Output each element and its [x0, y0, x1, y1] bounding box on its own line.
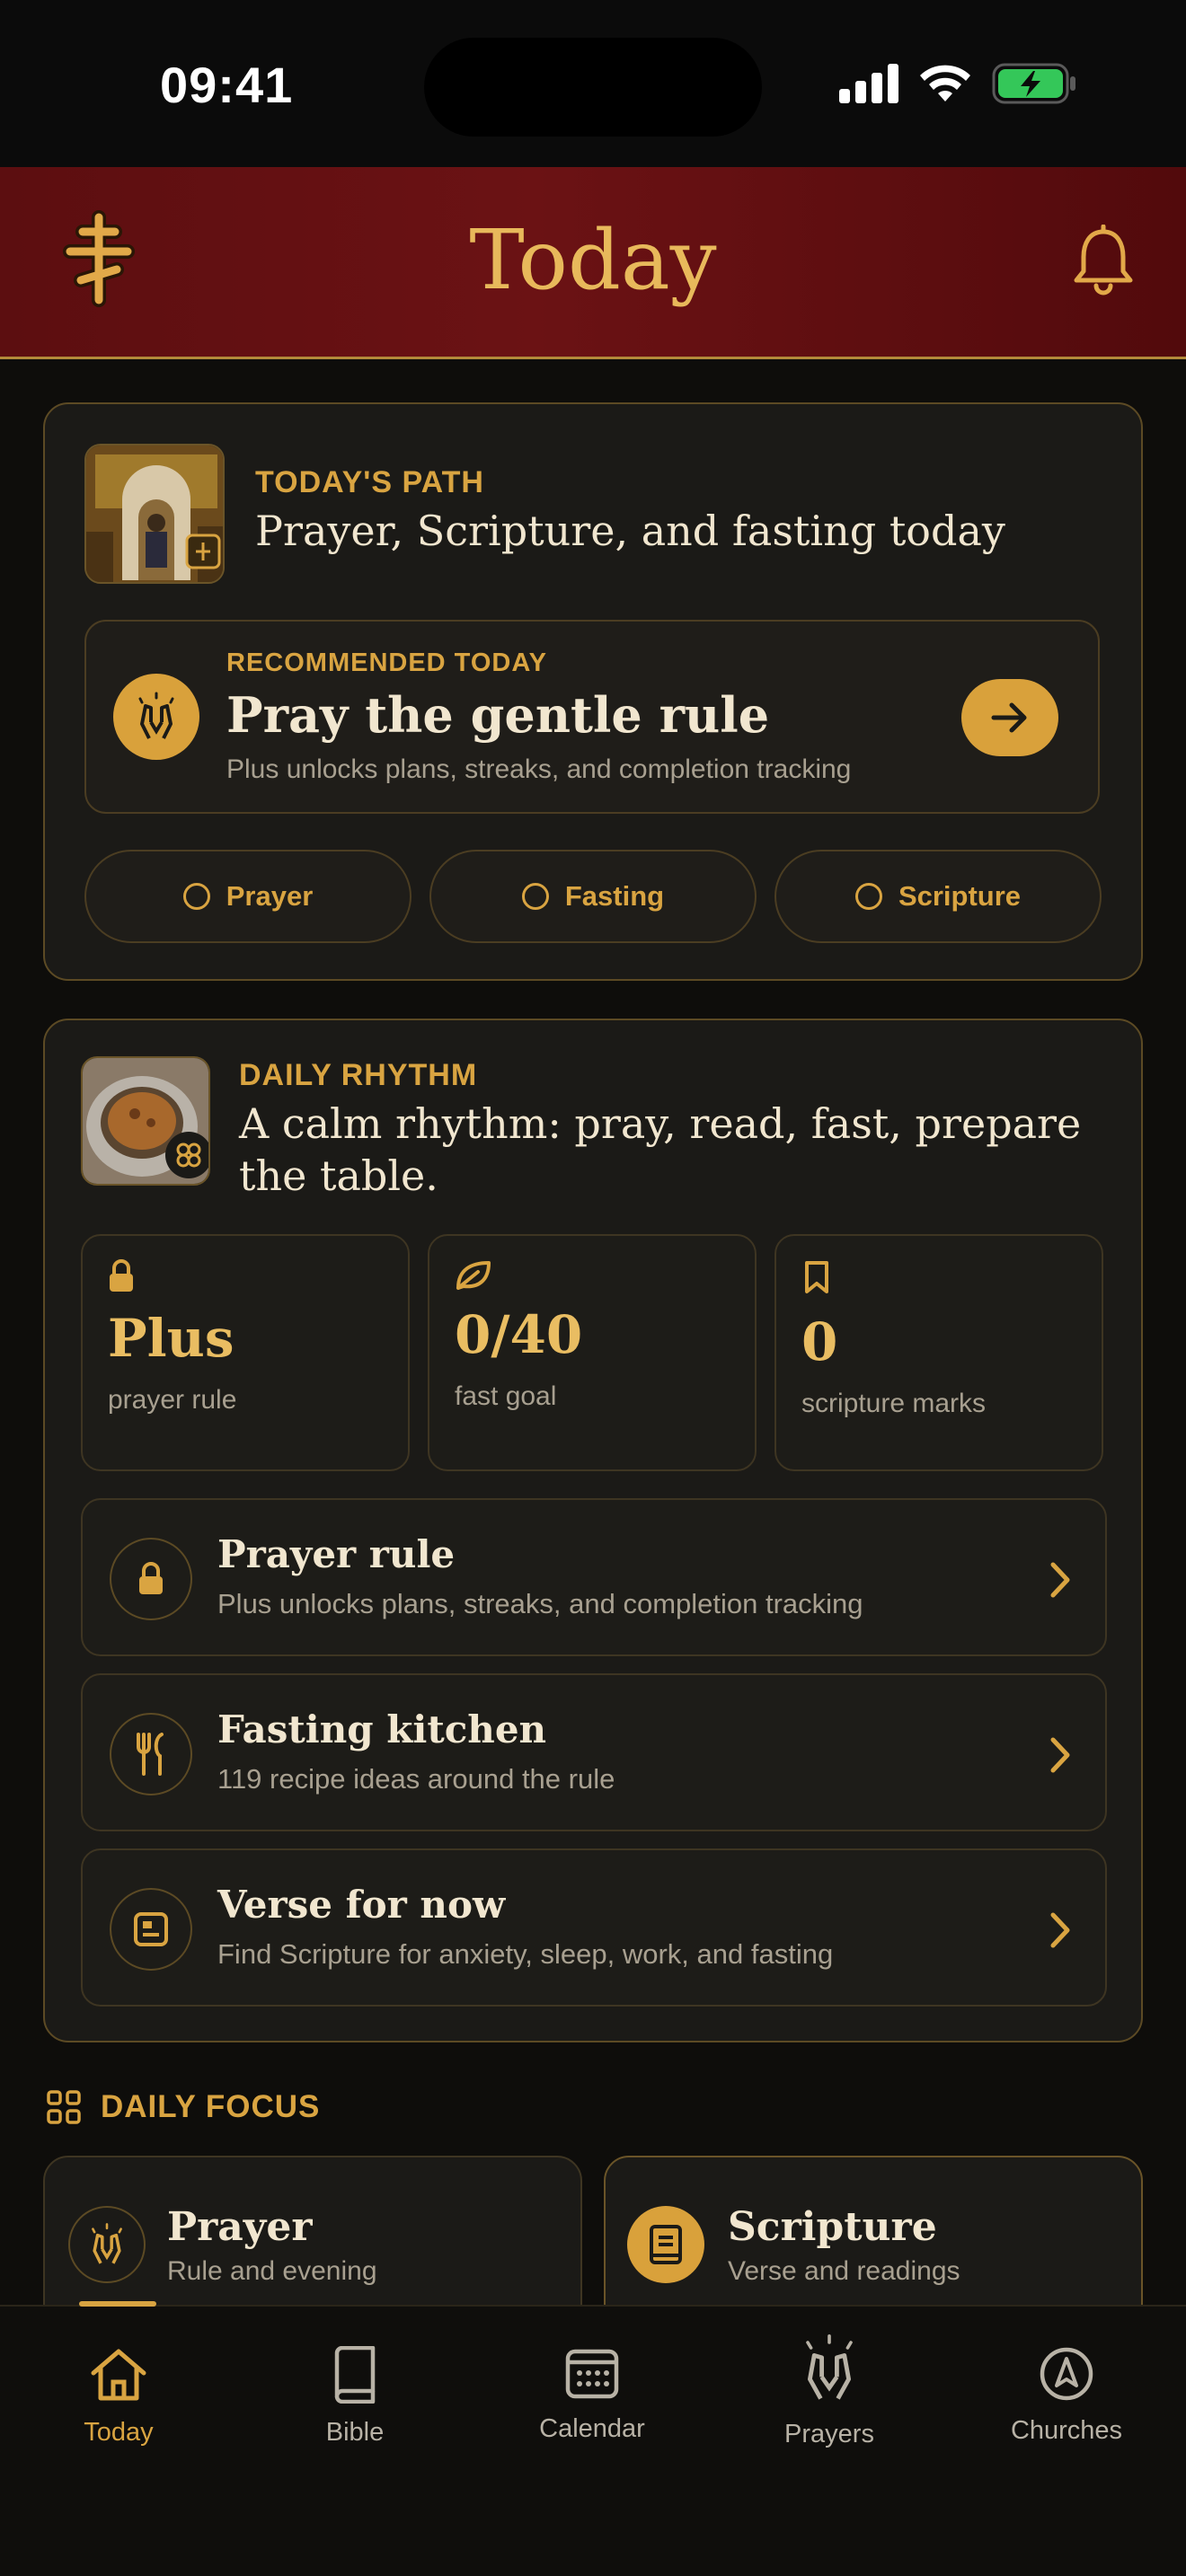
row-verse-for-now[interactable]: Verse for now Find Scripture for anxiety…	[81, 1848, 1107, 2007]
tab-label: Today	[84, 2418, 154, 2447]
stat-label: fast goal	[455, 1381, 557, 1411]
compass-icon	[1040, 2347, 1093, 2401]
tab-churches[interactable]: Churches	[977, 2346, 1156, 2446]
tab-bible[interactable]: Bible	[265, 2346, 445, 2448]
leaf-icon	[456, 1261, 491, 1290]
status-icons	[839, 63, 1078, 104]
wifi-icon	[920, 65, 970, 101]
lock-icon	[110, 1259, 133, 1292]
circle-icon	[854, 883, 882, 910]
chip-prayer[interactable]: Prayer	[84, 850, 412, 943]
row-subtitle: 119 recipe ideas around the rule	[217, 1763, 615, 1795]
tab-bar: Today Bible Calendar Prayers Churches	[0, 2301, 1186, 2576]
row-prayer-rule[interactable]: Prayer rule Plus unlocks plans, streaks,…	[81, 1498, 1107, 1656]
status-bar: 09:41	[0, 0, 1186, 167]
stat-prayer-rule[interactable]: Plus prayer rule	[81, 1234, 410, 1471]
arrow-right-icon[interactable]	[961, 679, 1058, 756]
daily-focus-header: DAILY FOCUS	[47, 2089, 320, 2125]
stat-value: 0/40	[455, 1304, 583, 1365]
row-title: Verse for now	[217, 1883, 506, 1927]
battery-icon	[992, 63, 1075, 104]
tab-calendar[interactable]: Calendar	[502, 2346, 682, 2444]
chip-scripture[interactable]: Scripture	[774, 850, 1102, 943]
stat-scripture-marks[interactable]: 0 scripture marks	[774, 1234, 1103, 1471]
daily-rhythm-card: DAILY RHYTHM A calm rhythm: pray, read, …	[43, 1019, 1143, 2042]
tab-label: Bible	[325, 2418, 385, 2447]
circle-icon	[182, 883, 210, 910]
soup-bowl-image	[81, 1056, 210, 1186]
signal-icon	[839, 64, 898, 103]
daily-focus-label: DAILY FOCUS	[101, 2089, 321, 2124]
focus-title: Prayer	[167, 2204, 313, 2250]
row-title: Fasting kitchen	[217, 1707, 547, 1751]
stat-value: 0	[801, 1311, 838, 1372]
bookmark-icon	[805, 1261, 828, 1293]
tab-prayers[interactable]: Prayers	[739, 2333, 919, 2449]
status-time: 09:41	[160, 57, 294, 113]
lock-icon	[110, 1538, 192, 1620]
fork-knife-icon	[110, 1713, 192, 1795]
recommended-subtitle: Plus unlocks plans, streaks, and complet…	[226, 754, 852, 784]
focus-subtitle: Rule and evening	[167, 2256, 377, 2286]
chip-label: Fasting	[564, 880, 665, 912]
chevron-right-icon	[1050, 1912, 1070, 1948]
circle-icon	[521, 883, 549, 910]
active-tab-indicator	[79, 2301, 156, 2307]
calendar-icon	[565, 2349, 619, 2399]
tab-today[interactable]: Today	[29, 2346, 208, 2448]
stat-label: scripture marks	[801, 1389, 987, 1418]
focus-subtitle: Verse and readings	[728, 2256, 960, 2286]
app-header: Today	[0, 167, 1186, 359]
todays-path-eyebrow: TODAY'S PATH	[255, 465, 484, 499]
recommended-today-card[interactable]: RECOMMENDED TODAY Pray the gentle rule P…	[84, 620, 1100, 814]
book-icon	[334, 2346, 376, 2404]
focus-title: Scripture	[728, 2204, 937, 2250]
stat-value: Plus	[108, 1308, 235, 1369]
bell-icon[interactable]	[1069, 224, 1137, 300]
stat-fast-goal[interactable]: 0/40 fast goal	[428, 1234, 757, 1471]
row-subtitle: Plus unlocks plans, streaks, and complet…	[217, 1588, 863, 1619]
chevron-right-icon	[1050, 1562, 1070, 1598]
todays-path-card: TODAY'S PATH Prayer, Scripture, and fast…	[43, 402, 1143, 981]
home-icon	[91, 2349, 146, 2401]
praying-hands-icon	[113, 674, 199, 760]
todays-path-title: Prayer, Scripture, and fasting today	[255, 507, 1005, 555]
praying-hands-icon	[806, 2334, 853, 2400]
grid-icon	[47, 2090, 81, 2124]
stat-label: prayer rule	[108, 1385, 237, 1415]
recommended-title: Pray the gentle rule	[226, 686, 770, 744]
praying-hands-icon	[68, 2206, 146, 2283]
book-icon	[627, 2206, 704, 2283]
dynamic-island	[424, 38, 762, 137]
recommended-eyebrow: RECOMMENDED TODAY	[226, 648, 547, 677]
church-interior-image	[84, 444, 225, 584]
chevron-right-icon	[1050, 1737, 1070, 1773]
row-title: Prayer rule	[217, 1532, 456, 1576]
chip-label: Scripture	[898, 880, 1022, 912]
chip-fasting[interactable]: Fasting	[429, 850, 757, 943]
daily-rhythm-eyebrow: DAILY RHYTHM	[239, 1058, 478, 1092]
daily-rhythm-title: A calm rhythm: pray, read, fast, prepare…	[239, 1099, 1082, 1200]
row-subtitle: Find Scripture for anxiety, sleep, work,…	[217, 1938, 834, 1970]
page-title: Today	[469, 212, 717, 308]
row-fasting-kitchen[interactable]: Fasting kitchen 119 recipe ideas around …	[81, 1673, 1107, 1831]
tab-label: Prayers	[784, 2420, 874, 2448]
tab-label: Calendar	[539, 2414, 645, 2443]
chip-label: Prayer	[226, 880, 314, 912]
tab-label: Churches	[1010, 2416, 1123, 2445]
verse-card-icon	[110, 1888, 192, 1971]
